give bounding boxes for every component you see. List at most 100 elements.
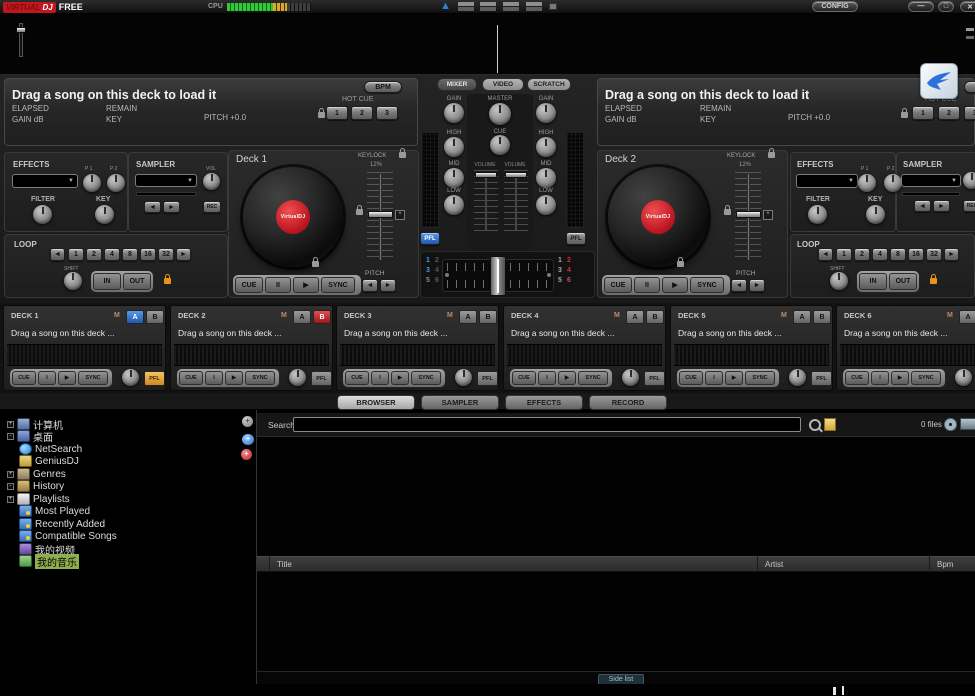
tab-sampler[interactable]: SAMPLER — [421, 395, 499, 410]
volume1-fader-rail[interactable] — [485, 172, 487, 230]
rhythm-zoom-slider-handle[interactable] — [16, 27, 26, 33]
deck1-pitch-bend-down-button[interactable]: ◄ — [362, 279, 378, 292]
minideck-6-cue-button[interactable]: CUE — [845, 371, 869, 385]
layout-icon-2[interactable] — [480, 2, 496, 12]
deck2-sampler-dropdown[interactable]: ▼ — [901, 174, 961, 187]
column-title[interactable]: Title — [277, 560, 292, 569]
deck2-bpm-button[interactable]: BPM — [964, 81, 975, 93]
minideck-2-pause-button[interactable]: I — [205, 371, 223, 385]
sidebar-item-most-played[interactable]: Most Played — [0, 505, 254, 517]
minideck-3-waveform[interactable] — [340, 344, 495, 366]
crossfader-handle[interactable] — [490, 256, 506, 296]
minideck-4-volume-knob[interactable] — [622, 369, 639, 386]
deck1-loop-out-button[interactable]: OUT — [123, 273, 151, 290]
master-knob[interactable] — [489, 103, 511, 125]
minideck-2-volume-knob[interactable] — [289, 369, 306, 386]
deck2-loop-16-button[interactable]: 16 — [908, 248, 924, 261]
deck1-fx-p1-knob[interactable] — [83, 174, 101, 192]
deck2-pitch-lock-icon[interactable] — [724, 209, 731, 215]
expander-icon[interactable]: + — [7, 421, 14, 428]
expander-icon[interactable]: - — [7, 433, 14, 440]
minideck-3-play-button[interactable]: ▶ — [391, 371, 409, 385]
minideck-5-a-button[interactable]: A — [793, 310, 811, 324]
minideck-3-b-button[interactable]: B — [479, 310, 497, 324]
ch2-low-knob[interactable] — [536, 195, 556, 215]
ch1-high-knob[interactable] — [444, 137, 464, 157]
deck2-hotcue-3-button[interactable]: 3 — [964, 106, 975, 120]
expander-icon[interactable]: - — [7, 483, 14, 490]
deck1-loop-32-button[interactable]: 32 — [158, 248, 174, 261]
minideck-3-pause-button[interactable]: I — [371, 371, 389, 385]
expander-icon[interactable]: + — [7, 471, 14, 478]
minideck-2-cue-button[interactable]: CUE — [179, 371, 203, 385]
tab-record[interactable]: RECORD — [589, 395, 667, 410]
minideck-1-b-button[interactable]: B — [146, 310, 164, 324]
create-virtual-folder-icon[interactable]: + — [242, 434, 254, 445]
tab-browser[interactable]: BROWSER — [337, 395, 415, 410]
file-list-area[interactable] — [257, 572, 975, 671]
minideck-6-a-button[interactable]: A — [959, 310, 975, 324]
minideck-3-volume-knob[interactable] — [455, 369, 472, 386]
deck2-sampler-vol-knob[interactable] — [963, 172, 975, 189]
deck1-sync-button[interactable]: SYNC — [321, 277, 355, 293]
layout-icon-3[interactable] — [503, 2, 519, 12]
minideck-1-volume-knob[interactable] — [122, 369, 139, 386]
minideck-6-m-label[interactable]: M — [947, 312, 953, 319]
deck1-effects-dropdown[interactable]: ▼ — [12, 174, 78, 188]
minideck-2-a-button[interactable]: A — [293, 310, 311, 324]
minideck-4-pause-button[interactable]: I — [538, 371, 556, 385]
deck2-sampler-next-button[interactable]: ► — [933, 200, 950, 212]
deck2-loop-32-button[interactable]: 32 — [926, 248, 942, 261]
sidebar-item-compatible-songs[interactable]: Compatible Songs — [0, 530, 254, 542]
deck2-loop-4-button[interactable]: 4 — [872, 248, 888, 261]
minideck-3-pfl-button[interactable]: PFL — [477, 371, 498, 386]
minideck-5-pause-button[interactable]: I — [705, 371, 723, 385]
deck2-pitch-reset-button[interactable]: + — [763, 210, 773, 220]
deck2-loop-lock-icon[interactable] — [930, 278, 937, 284]
deck2-hotcue-1-button[interactable]: 1 — [912, 106, 934, 120]
minimize-button[interactable]: — — [908, 1, 934, 12]
deck1-filter-knob[interactable] — [33, 205, 52, 224]
close-button[interactable]: ✕ — [960, 1, 975, 12]
deck2-keylock-lock-icon[interactable] — [768, 152, 775, 158]
deck1-play-button[interactable]: ▶ — [293, 277, 319, 293]
deck2-sync-button[interactable]: SYNC — [690, 277, 724, 293]
deck2-fx-p1-knob[interactable] — [858, 174, 876, 192]
tab-video[interactable]: VIDEO — [482, 78, 524, 91]
deck2-fx-p2-knob[interactable] — [884, 174, 902, 192]
minideck-3-sync-button[interactable]: SYNC — [411, 371, 441, 385]
minideck-1-sync-button[interactable]: SYNC — [78, 371, 108, 385]
deck1-keylock-lock-icon[interactable] — [399, 152, 406, 158]
deck2-play-button[interactable]: ▶ — [662, 277, 688, 293]
volume2-fader-handle[interactable] — [505, 172, 527, 178]
deck2-key-knob[interactable] — [866, 205, 885, 224]
minideck-5-sync-button[interactable]: SYNC — [745, 371, 775, 385]
deck1-loop-in-button[interactable]: IN — [93, 273, 121, 290]
deck1-loop-double-button[interactable]: ► — [176, 248, 191, 261]
deck2-pfl-button[interactable]: PFL — [566, 232, 586, 245]
sidebar-item-desktop[interactable]: - 桌面 — [0, 430, 254, 442]
deck2-hotcue-2-button[interactable]: 2 — [938, 106, 960, 120]
deck1-sampler-next-button[interactable]: ► — [163, 201, 180, 213]
minideck-3-a-button[interactable]: A — [459, 310, 477, 324]
minideck-3-cue-button[interactable]: CUE — [345, 371, 369, 385]
minideck-4-waveform[interactable] — [507, 344, 662, 366]
deck2-pitch-bend-down-button[interactable]: ◄ — [731, 279, 747, 292]
sidebar-item-playlists[interactable]: + Playlists — [0, 493, 254, 505]
create-folder-icon[interactable]: + — [242, 416, 253, 427]
minideck-5-m-label[interactable]: M — [781, 312, 787, 319]
deck2-jogwheel-center[interactable]: VirtualDJ — [641, 200, 675, 234]
deck1-sampler-prev-button[interactable]: ◄ — [144, 201, 161, 213]
deck1-shift-knob[interactable] — [64, 272, 82, 290]
deck1-pitch-bend-up-button[interactable]: ► — [380, 279, 396, 292]
minideck-4-play-button[interactable]: ▶ — [558, 371, 576, 385]
deck1-pfl-button[interactable]: PFL — [420, 232, 440, 245]
minideck-6-sync-button[interactable]: SYNC — [911, 371, 941, 385]
minideck-4-sync-button[interactable]: SYNC — [578, 371, 608, 385]
deck1-loop-1-button[interactable]: 1 — [68, 248, 84, 261]
minideck-4-m-label[interactable]: M — [614, 312, 620, 319]
deck1-hotcue-2-button[interactable]: 2 — [351, 106, 373, 120]
minideck-4-pfl-button[interactable]: PFL — [644, 371, 665, 386]
layout-icon-4[interactable] — [526, 2, 542, 12]
deck1-loop-8-button[interactable]: 8 — [122, 248, 138, 261]
